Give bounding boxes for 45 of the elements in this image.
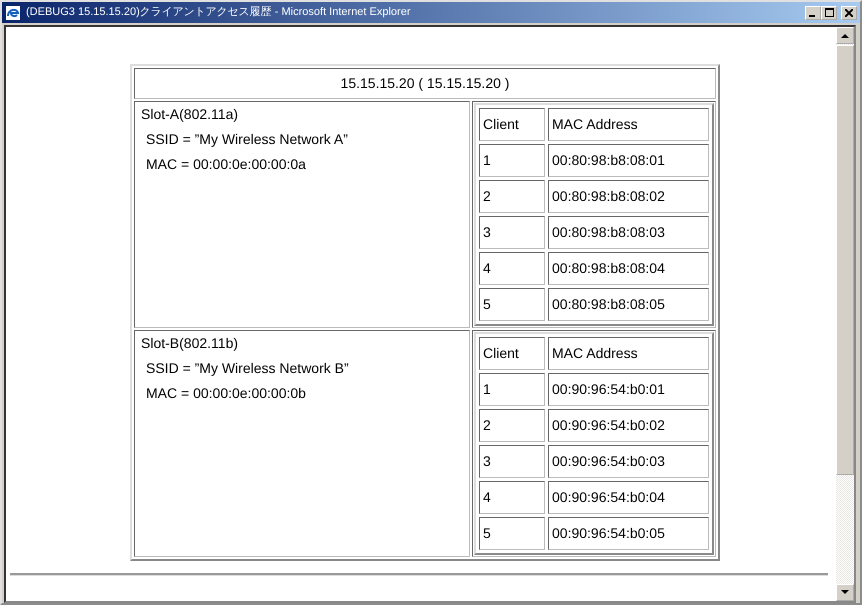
minimize-button[interactable]: [805, 6, 821, 20]
mac-text: MAC = 00:00:0e:00:00:0a: [146, 155, 306, 174]
table-cell: 3: [479, 216, 545, 249]
browser-icon: [5, 4, 21, 20]
scroll-down-button[interactable]: [836, 584, 854, 601]
table-cell: 00:90:96:54:b0:01: [548, 373, 709, 406]
down-arrow-icon: [841, 590, 849, 595]
mac-text: MAC = 00:00:0e:00:00:0b: [146, 384, 306, 403]
minimize-icon: [808, 14, 814, 16]
close-button[interactable]: [841, 6, 857, 20]
table-cell: 2: [479, 180, 545, 213]
table-cell: 5: [479, 288, 545, 321]
scrollbar[interactable]: [836, 27, 854, 601]
maximize-icon: [824, 8, 834, 17]
table-cell: 00:90:96:54:b0:05: [548, 517, 709, 550]
window-title: (DEBUG3 15.15.15.20)クライアントアクセス履歴 - Microsoft Internet Explorer: [26, 5, 412, 20]
scroll-up-button[interactable]: [836, 27, 854, 44]
table-cell: 00:90:96:54:b0:02: [548, 409, 709, 442]
table-cell: 00:80:98:b8:08:05: [548, 288, 709, 321]
table-cell: 4: [479, 252, 545, 285]
table-cell: 00:80:98:b8:08:04: [548, 252, 709, 285]
host-heading: 15.15.15.20 ( 15.15.15.20 ): [134, 68, 716, 99]
ssid-text: SSID = ”My Wireless Network A”: [146, 130, 348, 149]
close-icon: [845, 8, 853, 16]
table-cell: 00:80:98:b8:08:03: [548, 216, 709, 249]
column-header: MAC Address: [548, 337, 709, 370]
table-cell: 00:90:96:54:b0:03: [548, 445, 709, 478]
table-cell: 00:80:98:b8:08:02: [548, 180, 709, 213]
table-cell: 2: [479, 409, 545, 442]
table-cell: 3: [479, 445, 545, 478]
scroll-thumb[interactable]: [836, 45, 854, 475]
table-cell: 00:90:96:54:b0:04: [548, 481, 709, 514]
table-cell: 00:80:98:b8:08:01: [548, 144, 709, 177]
up-arrow-icon: [841, 33, 849, 38]
table-cell: 4: [479, 481, 545, 514]
slot-name: Slot-A(802.11a): [141, 105, 238, 124]
ssid-text: SSID = ”My Wireless Network B”: [146, 359, 349, 378]
slot-name: Slot-B(802.11b): [141, 334, 238, 353]
table-cell: 5: [479, 517, 545, 550]
column-header: MAC Address: [548, 108, 709, 141]
maximize-button[interactable]: [821, 6, 837, 20]
column-header: Client: [479, 108, 545, 141]
table-cell: 1: [479, 144, 545, 177]
table-cell: 1: [479, 373, 545, 406]
column-header: Client: [479, 337, 545, 370]
